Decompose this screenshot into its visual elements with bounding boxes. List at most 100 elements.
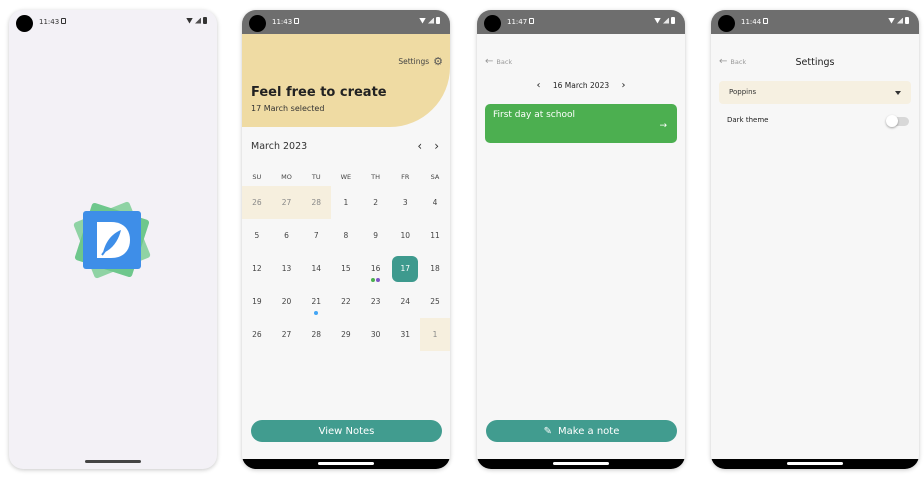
date-navigator: ‹ 16 March 2023 › xyxy=(477,80,685,91)
chevron-left-icon[interactable]: ‹ xyxy=(536,80,540,91)
camera-cutout xyxy=(249,15,266,32)
signal-icon xyxy=(195,17,201,24)
calendar-day[interactable]: 27 xyxy=(272,318,302,351)
camera-cutout xyxy=(484,15,501,32)
calendar-day[interactable]: 24 xyxy=(390,285,420,318)
splash-screen: 11:43 xyxy=(9,10,217,469)
calendar-day[interactable]: 20 xyxy=(272,285,302,318)
calendar-day[interactable]: 15 xyxy=(331,252,361,285)
weekday-label: TU xyxy=(311,173,321,181)
page-title: Feel free to create xyxy=(251,85,387,100)
battery-icon xyxy=(203,17,207,24)
gesture-handle[interactable] xyxy=(85,460,141,463)
back-button[interactable]: ← Back xyxy=(485,57,512,67)
calendar-week: 26 27 28 29 30 31 1 xyxy=(242,318,450,351)
view-notes-label: View Notes xyxy=(318,425,375,437)
calendar-day-outside[interactable]: 27 xyxy=(271,186,302,219)
gesture-bar xyxy=(477,459,685,469)
calendar-day[interactable]: 19 xyxy=(242,285,272,318)
make-note-button[interactable]: ✎ Make a note xyxy=(486,420,677,442)
calendar-day[interactable]: 9 xyxy=(361,219,391,252)
gesture-bar xyxy=(242,459,450,469)
notification-icon xyxy=(294,18,299,24)
font-select[interactable]: Poppins xyxy=(719,81,911,104)
note-indicators xyxy=(301,311,331,315)
calendar-week: 12 13 14 15 16 17 18 xyxy=(242,252,450,285)
calendar-day[interactable]: 4 xyxy=(420,186,450,219)
calendar-day[interactable]: 1 xyxy=(331,186,361,219)
calendar-day-outside[interactable]: 26 xyxy=(242,186,272,219)
signal-icon xyxy=(897,17,903,24)
calendar-day[interactable]: 22 xyxy=(331,285,361,318)
calendar-day[interactable]: 30 xyxy=(361,318,391,351)
calendar-week: 5 6 7 8 9 10 11 xyxy=(242,219,450,252)
settings-link[interactable]: Settings ⚙ xyxy=(398,56,443,67)
calendar-grid: SU MO TU WE TH FR SA 26 27 28 1 2 3 4 5 … xyxy=(242,168,450,351)
calendar-day[interactable]: 14 xyxy=(301,252,331,285)
pencil-icon: ✎ xyxy=(543,425,553,437)
view-notes-button[interactable]: View Notes xyxy=(251,420,442,442)
camera-cutout xyxy=(718,15,735,32)
settings-label: Settings xyxy=(398,57,430,66)
settings-screen: 11:44 ← Back Settings Poppins Dark theme xyxy=(711,10,919,469)
calendar-day[interactable]: 8 xyxy=(331,219,361,252)
gesture-handle[interactable] xyxy=(787,462,843,465)
note-card[interactable]: First day at school → xyxy=(485,104,677,143)
calendar-day[interactable]: 2 xyxy=(361,186,391,219)
calendar-day[interactable]: 25 xyxy=(420,285,450,318)
note-dot xyxy=(376,278,381,282)
gesture-handle[interactable] xyxy=(318,462,374,465)
dark-theme-label: Dark theme xyxy=(727,116,769,124)
calendar-day[interactable]: 7 xyxy=(301,219,331,252)
gesture-bar xyxy=(711,459,919,469)
chevron-left-icon[interactable]: ‹ xyxy=(417,140,422,152)
selected-date-text: 17 March selected xyxy=(251,104,325,113)
calendar-day-with-notes[interactable]: 21 xyxy=(301,285,331,318)
status-time: 11:43 xyxy=(272,18,293,26)
notification-icon xyxy=(529,18,534,24)
note-dot xyxy=(314,311,319,315)
wifi-icon xyxy=(888,17,895,24)
weekday-header: SU MO TU WE TH FR SA xyxy=(242,168,450,186)
calendar-day-with-notes[interactable]: 16 xyxy=(361,252,391,285)
calendar-day-outside[interactable]: 1 xyxy=(420,318,450,351)
status-bar: 11:43 xyxy=(9,10,217,34)
dark-theme-toggle[interactable] xyxy=(886,115,909,127)
calendar-day-selected[interactable]: 17 xyxy=(390,252,420,285)
calendar-day[interactable]: 13 xyxy=(272,252,302,285)
calendar-day[interactable]: 26 xyxy=(242,318,272,351)
calendar-week: 19 20 21 22 23 24 25 xyxy=(242,285,450,318)
weekday-label: FR xyxy=(401,173,410,181)
calendar-day-outside[interactable]: 28 xyxy=(301,186,332,219)
make-note-label: Make a note xyxy=(558,425,620,437)
gesture-handle[interactable] xyxy=(553,462,609,465)
toggle-knob xyxy=(886,115,898,127)
diary-feather-logo-icon xyxy=(97,222,130,258)
day-notes-screen: 11:47 ← Back ‹ 16 March 2023 › First day… xyxy=(477,10,685,469)
back-label: Back xyxy=(496,58,513,66)
app-logo xyxy=(72,200,152,280)
calendar-day[interactable]: 3 xyxy=(390,186,420,219)
notification-icon xyxy=(763,18,768,24)
notification-icon xyxy=(61,18,66,24)
calendar-day[interactable]: 5 xyxy=(242,219,272,252)
weekday-label: MO xyxy=(281,173,292,181)
calendar-day[interactable]: 18 xyxy=(420,252,450,285)
calendar-day[interactable]: 28 xyxy=(301,318,331,351)
chevron-right-icon[interactable]: › xyxy=(622,80,626,91)
signal-icon xyxy=(428,17,434,24)
arrow-right-icon: → xyxy=(659,121,667,131)
gear-icon: ⚙ xyxy=(433,55,443,68)
chevron-right-icon[interactable]: › xyxy=(434,140,439,152)
weekday-label: TH xyxy=(371,173,381,181)
calendar-day[interactable]: 12 xyxy=(242,252,272,285)
calendar-day[interactable]: 23 xyxy=(361,285,391,318)
status-bar: 11:44 xyxy=(711,10,919,34)
note-indicators xyxy=(361,278,391,282)
calendar-day[interactable]: 29 xyxy=(331,318,361,351)
calendar-day[interactable]: 11 xyxy=(420,219,450,252)
camera-cutout xyxy=(16,15,33,32)
calendar-day[interactable]: 6 xyxy=(272,219,302,252)
calendar-day[interactable]: 31 xyxy=(390,318,420,351)
calendar-day[interactable]: 10 xyxy=(390,219,420,252)
